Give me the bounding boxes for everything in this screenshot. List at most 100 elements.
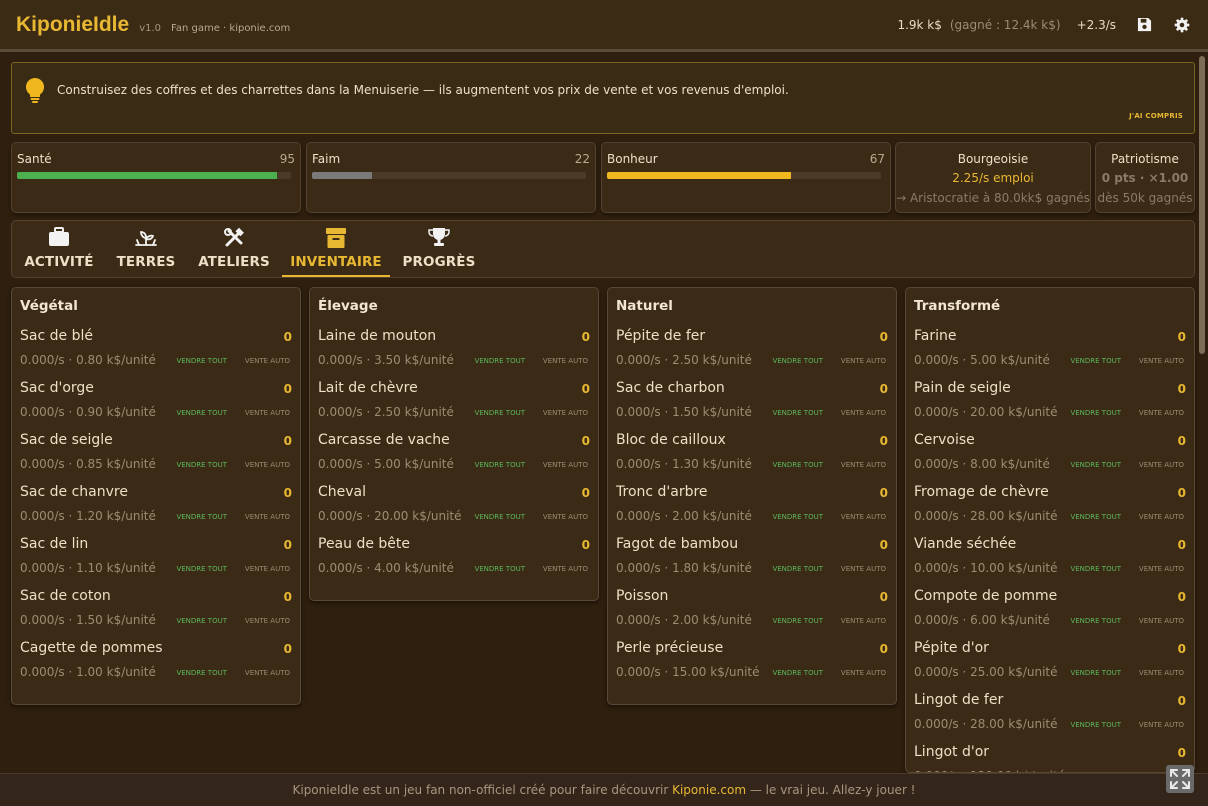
sell-all-button[interactable]: VENDRE TOUT bbox=[176, 409, 227, 417]
item-name: Compote de pomme bbox=[914, 588, 1058, 604]
patriotism-unlock: dès 50k gagnés bbox=[1097, 191, 1193, 205]
kiponie-link[interactable]: Kiponie.com bbox=[672, 783, 746, 797]
sell-all-button[interactable]: VENDRE TOUT bbox=[772, 357, 823, 365]
auto-sell-button[interactable]: VENTE AUTO bbox=[543, 513, 588, 521]
auto-sell-button[interactable]: VENTE AUTO bbox=[543, 565, 588, 573]
sell-all-button[interactable]: VENDRE TOUT bbox=[474, 357, 525, 365]
sell-all-button[interactable]: VENDRE TOUT bbox=[176, 461, 227, 469]
auto-sell-button[interactable]: VENTE AUTO bbox=[1139, 513, 1184, 521]
sell-all-button[interactable]: VENDRE TOUT bbox=[176, 565, 227, 573]
sell-all-button[interactable]: VENDRE TOUT bbox=[772, 513, 823, 521]
tip-dismiss-button[interactable]: J'AI COMPRIS bbox=[1129, 112, 1183, 120]
class-title: Bourgeoisie bbox=[957, 152, 1029, 166]
settings-button[interactable] bbox=[1172, 15, 1192, 35]
save-button[interactable] bbox=[1134, 15, 1154, 35]
item-count: 0 bbox=[581, 434, 590, 448]
sell-all-button[interactable]: VENDRE TOUT bbox=[176, 669, 227, 677]
auto-sell-button[interactable]: VENTE AUTO bbox=[245, 513, 290, 521]
sell-all-button[interactable]: VENDRE TOUT bbox=[474, 409, 525, 417]
sell-all-button[interactable]: VENDRE TOUT bbox=[772, 461, 823, 469]
sell-all-button[interactable]: VENDRE TOUT bbox=[1070, 409, 1121, 417]
auto-sell-button[interactable]: VENTE AUTO bbox=[841, 409, 886, 417]
auto-sell-button[interactable]: VENTE AUTO bbox=[245, 617, 290, 625]
item-name: Poisson bbox=[616, 588, 669, 604]
item-name: Bloc de cailloux bbox=[616, 432, 726, 448]
auto-sell-button[interactable]: VENTE AUTO bbox=[1139, 565, 1184, 573]
sell-all-button[interactable]: VENDRE TOUT bbox=[772, 409, 823, 417]
tab-ateliers[interactable]: ATELIERS bbox=[192, 221, 276, 277]
sell-all-button[interactable]: VENDRE TOUT bbox=[474, 461, 525, 469]
item-count: 0 bbox=[581, 538, 590, 552]
auto-sell-button[interactable]: VENTE AUTO bbox=[245, 461, 290, 469]
auto-sell-button[interactable]: VENTE AUTO bbox=[1139, 669, 1184, 677]
sell-all-button[interactable]: VENDRE TOUT bbox=[1070, 565, 1121, 573]
sell-all-button[interactable]: VENDRE TOUT bbox=[772, 565, 823, 573]
auto-sell-button[interactable]: VENTE AUTO bbox=[245, 357, 290, 365]
sell-all-button[interactable]: VENDRE TOUT bbox=[772, 669, 823, 677]
top-bar: KiponieIdle v1.0 Fan game · kiponie.com … bbox=[0, 0, 1208, 52]
tab-label: ATELIERS bbox=[198, 254, 270, 270]
auto-sell-button[interactable]: VENTE AUTO bbox=[841, 617, 886, 625]
inventory-item: Lingot de fer 0 0.000/s · 28.00 k$/unité VE… bbox=[906, 692, 1194, 744]
fullscreen-button[interactable] bbox=[1166, 765, 1194, 793]
auto-sell-button[interactable]: VENTE AUTO bbox=[245, 565, 290, 573]
sell-all-button[interactable]: VENDRE TOUT bbox=[1070, 461, 1121, 469]
auto-sell-button[interactable]: VENTE AUTO bbox=[543, 461, 588, 469]
tab-inventaire[interactable]: INVENTAIRE bbox=[282, 221, 390, 277]
sell-all-button[interactable]: VENDRE TOUT bbox=[1070, 617, 1121, 625]
inventory-item: Poisson 0 0.000/s · 2.00 k$/unité VENDRE TO… bbox=[608, 588, 896, 640]
item-count: 0 bbox=[1177, 486, 1186, 500]
item-count: 0 bbox=[1177, 330, 1186, 344]
health-bar-fill bbox=[17, 172, 278, 179]
auto-sell-button[interactable]: VENTE AUTO bbox=[841, 357, 886, 365]
tip-banner: Construisez des coffres et des charrette… bbox=[11, 62, 1195, 134]
auto-sell-button[interactable]: VENTE AUTO bbox=[543, 357, 588, 365]
auto-sell-button[interactable]: VENTE AUTO bbox=[1139, 357, 1184, 365]
sell-all-button[interactable]: VENDRE TOUT bbox=[772, 617, 823, 625]
auto-sell-button[interactable]: VENTE AUTO bbox=[841, 565, 886, 573]
item-rate: 0.000/s · 6.00 k$/unité bbox=[914, 613, 1050, 627]
sell-all-button[interactable]: VENDRE TOUT bbox=[176, 617, 227, 625]
stat-value: 95 bbox=[279, 152, 295, 166]
tab-progres[interactable]: PROGRÈS bbox=[400, 221, 478, 277]
stat-bonheur: Bonheur 67 bbox=[601, 142, 891, 213]
item-rate: 0.000/s · 2.00 k$/unité bbox=[616, 613, 752, 627]
floppy-disk-icon bbox=[1137, 17, 1151, 32]
tab-label: INVENTAIRE bbox=[290, 254, 382, 270]
sell-all-button[interactable]: VENDRE TOUT bbox=[1070, 357, 1121, 365]
patriotism-points: 0 pts · ×1.00 bbox=[1101, 171, 1189, 185]
item-rate: 0.000/s · 0.90 k$/unité bbox=[20, 405, 156, 419]
auto-sell-button[interactable]: VENTE AUTO bbox=[841, 461, 886, 469]
item-rate: 0.000/s · 25.00 k$/unité bbox=[914, 665, 1058, 679]
item-count: 0 bbox=[1177, 434, 1186, 448]
auto-sell-button[interactable]: VENTE AUTO bbox=[543, 409, 588, 417]
inventory-panel: Élevage Laine de mouton 0 0.000/s · 3.50 k$… bbox=[309, 287, 599, 601]
page-scrollbar-thumb[interactable] bbox=[1199, 56, 1205, 354]
item-rate: 0.000/s · 0.85 k$/unité bbox=[20, 457, 156, 471]
auto-sell-button[interactable]: VENTE AUTO bbox=[1139, 461, 1184, 469]
sell-all-button[interactable]: VENDRE TOUT bbox=[474, 565, 525, 573]
stat-faim: Faim 22 bbox=[306, 142, 596, 213]
item-name: Tronc d'arbre bbox=[616, 484, 708, 500]
sell-all-button[interactable]: VENDRE TOUT bbox=[176, 357, 227, 365]
item-name: Pépite d'or bbox=[914, 640, 989, 656]
item-rate: 0.000/s · 1.10 k$/unité bbox=[20, 561, 156, 575]
auto-sell-button[interactable]: VENTE AUTO bbox=[841, 669, 886, 677]
tip-text: Construisez des coffres et des charrette… bbox=[57, 83, 789, 97]
sell-all-button[interactable]: VENDRE TOUT bbox=[1070, 721, 1121, 729]
item-count: 0 bbox=[283, 382, 292, 396]
auto-sell-button[interactable]: VENTE AUTO bbox=[1139, 721, 1184, 729]
auto-sell-button[interactable]: VENTE AUTO bbox=[245, 409, 290, 417]
auto-sell-button[interactable]: VENTE AUTO bbox=[1139, 617, 1184, 625]
auto-sell-button[interactable]: VENTE AUTO bbox=[841, 513, 886, 521]
auto-sell-button[interactable]: VENTE AUTO bbox=[1139, 409, 1184, 417]
item-rate: 0.000/s · 2.50 k$/unité bbox=[616, 353, 752, 367]
sell-all-button[interactable]: VENDRE TOUT bbox=[176, 513, 227, 521]
auto-sell-button[interactable]: VENTE AUTO bbox=[245, 669, 290, 677]
tab-activite[interactable]: ACTIVITÉ bbox=[18, 221, 100, 277]
sell-all-button[interactable]: VENDRE TOUT bbox=[1070, 513, 1121, 521]
sell-all-button[interactable]: VENDRE TOUT bbox=[474, 513, 525, 521]
tab-terres[interactable]: TERRES bbox=[110, 221, 182, 277]
sell-all-button[interactable]: VENDRE TOUT bbox=[1070, 669, 1121, 677]
inventory-item: Pépite de fer 0 0.000/s · 2.50 k$/unité VEN… bbox=[608, 328, 896, 380]
